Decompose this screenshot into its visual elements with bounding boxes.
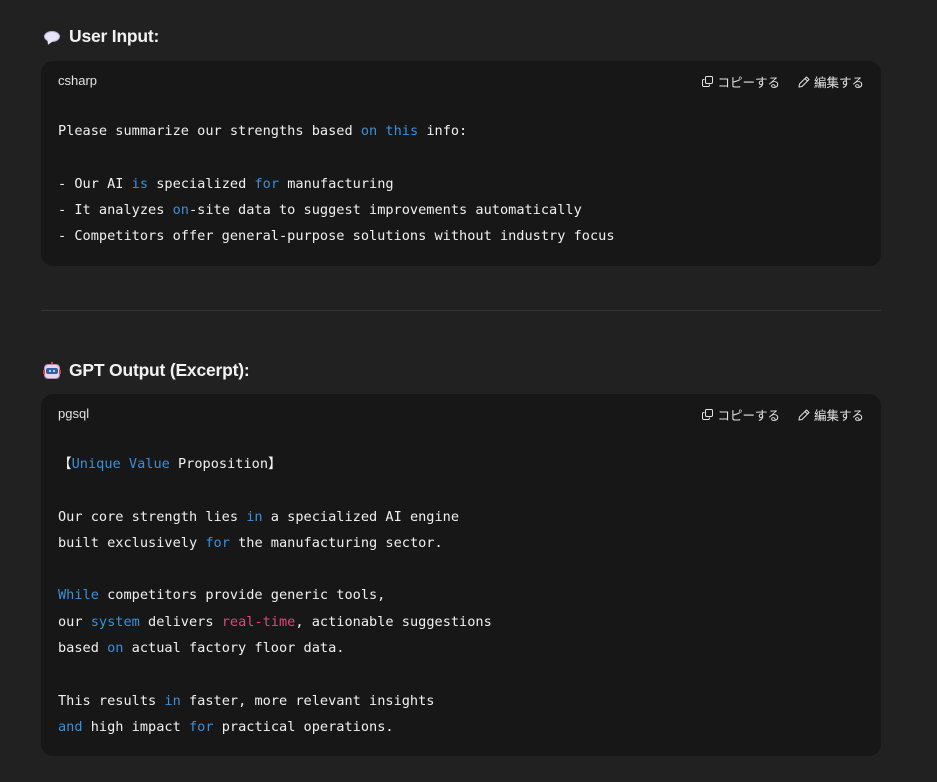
- copy-icon: [702, 76, 714, 87]
- code-keyword: for: [188, 718, 214, 735]
- pencil-icon: [798, 409, 810, 420]
- code-text: delivers: [139, 613, 222, 630]
- code-text: - Our AI: [58, 175, 132, 192]
- copy-label: コピーする: [717, 409, 780, 423]
- code-text: actual factory floor data.: [123, 640, 345, 657]
- user-input-heading-label: User Input:: [69, 26, 160, 46]
- code-line: This results in faster, more relevant in…: [58, 688, 881, 714]
- code-keyword: on: [172, 201, 189, 218]
- code-text: info:: [418, 123, 468, 139]
- user-input-heading: User Input:: [43, 26, 159, 47]
- code-text: - It analyzes: [58, 201, 173, 218]
- code-text: the manufacturing sector.: [229, 534, 443, 551]
- code-language-label: csharp: [58, 73, 98, 88]
- code-text: Our core strength lies: [58, 508, 247, 525]
- code-line: While competitors provide generic tools,: [58, 582, 881, 608]
- code-text: specialized: [148, 175, 255, 192]
- code-text: -site data to suggest improvements autom…: [188, 201, 582, 218]
- pencil-icon: [798, 76, 810, 87]
- code-keyword: on: [360, 123, 378, 139]
- code-text: faster, more relevant insights: [180, 692, 435, 709]
- code-body: 【Unique Value Proposition】 Our core stre…: [41, 451, 881, 740]
- code-text: Proposition】: [169, 456, 282, 472]
- code-line: Our core strength lies in a specialized …: [58, 504, 881, 530]
- code-text: 【: [58, 456, 72, 472]
- copy-button[interactable]: コピーする: [702, 405, 780, 424]
- code-line: based on actual factory floor data.: [58, 635, 881, 661]
- code-keyword: system: [90, 613, 140, 630]
- code-text: high impact: [82, 718, 189, 735]
- code-keyword: in: [246, 508, 263, 525]
- robot-icon: [43, 361, 61, 380]
- code-text: based: [58, 640, 108, 657]
- code-line: our system delivers real-time, actionabl…: [58, 609, 881, 635]
- gpt-output-code-block: pgsql コピーする 編集する 【Unique Value Propositi…: [41, 394, 881, 756]
- code-string: real-time: [221, 613, 296, 630]
- code-line: and high impact for practical operations…: [58, 714, 881, 740]
- code-text: competitors provide generic tools,: [98, 587, 386, 604]
- code-text: a specialized AI engine: [262, 508, 460, 525]
- code-keyword: Value: [128, 456, 170, 472]
- edit-label: 編集する: [813, 409, 864, 423]
- code-text: Please summarize our strengths based: [58, 123, 361, 139]
- code-body: Please summarize our strengths based on …: [41, 118, 881, 249]
- code-keyword: this: [385, 123, 419, 139]
- code-keyword: and: [58, 718, 83, 735]
- code-keyword: on: [107, 640, 124, 657]
- code-line: Please summarize our strengths based on …: [58, 118, 881, 144]
- speech-balloon-icon: [43, 28, 61, 46]
- edit-label: 編集する: [813, 76, 864, 90]
- code-text: our: [58, 613, 91, 630]
- gpt-output-heading: GPT Output (Excerpt):: [43, 360, 250, 381]
- code-keyword: is: [131, 175, 149, 192]
- code-keyword: for: [254, 175, 280, 192]
- code-text: manufacturing: [279, 175, 394, 192]
- code-block-header: csharp コピーする 編集する: [41, 61, 881, 101]
- code-text: , actionable suggestions: [295, 613, 492, 630]
- code-text: built exclusively: [58, 534, 206, 551]
- code-actions: コピーする 編集する: [702, 405, 864, 424]
- chat-page: User Input: csharp コピーする 編集する Please sum…: [0, 0, 937, 782]
- code-keyword: Unique: [71, 456, 121, 472]
- code-actions: コピーする 編集する: [702, 72, 864, 91]
- code-keyword: for: [205, 534, 230, 551]
- code-line: - Our AI is specialized for manufacturin…: [58, 171, 881, 197]
- code-line: - Competitors offer general-purpose solu…: [58, 223, 881, 249]
- code-block-header: pgsql コピーする 編集する: [41, 394, 881, 434]
- code-text: - Competitors offer general-purpose solu…: [58, 228, 615, 245]
- code-keyword: in: [164, 692, 181, 709]
- code-text: practical operations.: [213, 718, 394, 735]
- copy-label: コピーする: [717, 76, 780, 90]
- user-input-code-block: csharp コピーする 編集する Please summarize our s…: [41, 61, 881, 266]
- code-line: - It analyzes on-site data to suggest im…: [58, 197, 881, 223]
- edit-button[interactable]: 編集する: [798, 405, 864, 424]
- section-divider: [41, 310, 881, 311]
- code-language-label: pgsql: [58, 406, 90, 421]
- edit-button[interactable]: 編集する: [798, 72, 864, 91]
- code-text: This results: [58, 692, 165, 709]
- code-line: built exclusively for the manufacturing …: [58, 530, 881, 556]
- code-line: 【Unique Value Proposition】: [58, 451, 881, 477]
- copy-button[interactable]: コピーする: [702, 72, 780, 91]
- code-keyword: While: [58, 587, 99, 604]
- copy-icon: [702, 409, 714, 420]
- gpt-output-heading-label: GPT Output (Excerpt):: [69, 360, 250, 380]
